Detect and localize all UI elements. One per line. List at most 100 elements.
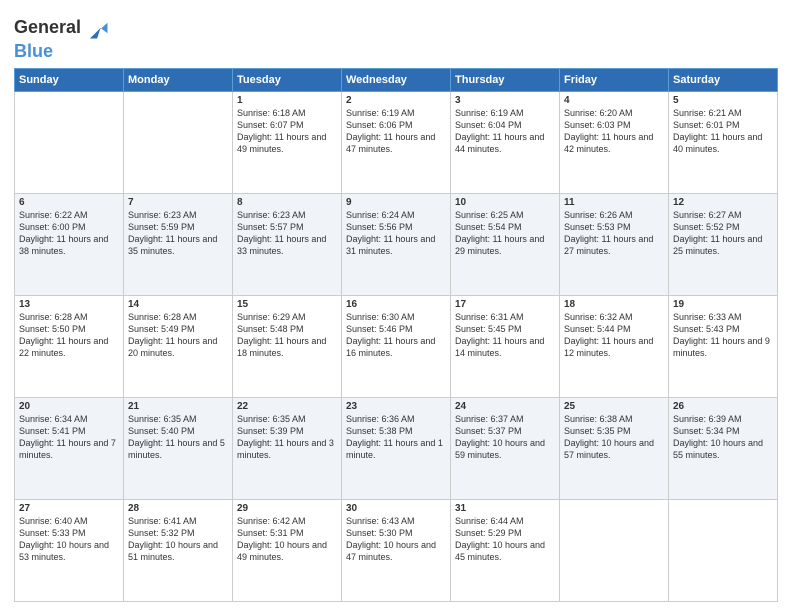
day-number: 17 <box>455 299 555 310</box>
day-number: 14 <box>128 299 228 310</box>
calendar-cell: 11Sunrise: 6:26 AM Sunset: 5:53 PM Dayli… <box>560 193 669 295</box>
calendar-cell: 13Sunrise: 6:28 AM Sunset: 5:50 PM Dayli… <box>15 295 124 397</box>
calendar-cell: 3Sunrise: 6:19 AM Sunset: 6:04 PM Daylig… <box>451 91 560 193</box>
calendar-cell: 8Sunrise: 6:23 AM Sunset: 5:57 PM Daylig… <box>233 193 342 295</box>
day-info: Sunrise: 6:37 AM Sunset: 5:37 PM Dayligh… <box>455 413 555 462</box>
day-number: 7 <box>128 197 228 208</box>
calendar-cell: 1Sunrise: 6:18 AM Sunset: 6:07 PM Daylig… <box>233 91 342 193</box>
calendar-week-row: 13Sunrise: 6:28 AM Sunset: 5:50 PM Dayli… <box>15 295 778 397</box>
day-info: Sunrise: 6:42 AM Sunset: 5:31 PM Dayligh… <box>237 515 337 564</box>
header: General Blue <box>14 10 778 62</box>
day-info: Sunrise: 6:35 AM Sunset: 5:40 PM Dayligh… <box>128 413 228 462</box>
calendar-header-thursday: Thursday <box>451 68 560 91</box>
day-info: Sunrise: 6:20 AM Sunset: 6:03 PM Dayligh… <box>564 107 664 156</box>
day-info: Sunrise: 6:23 AM Sunset: 5:57 PM Dayligh… <box>237 209 337 258</box>
calendar-cell: 18Sunrise: 6:32 AM Sunset: 5:44 PM Dayli… <box>560 295 669 397</box>
day-number: 16 <box>346 299 446 310</box>
day-number: 27 <box>19 503 119 514</box>
day-number: 23 <box>346 401 446 412</box>
calendar-cell: 29Sunrise: 6:42 AM Sunset: 5:31 PM Dayli… <box>233 499 342 601</box>
calendar-cell <box>15 91 124 193</box>
calendar-week-row: 6Sunrise: 6:22 AM Sunset: 6:00 PM Daylig… <box>15 193 778 295</box>
calendar-cell: 23Sunrise: 6:36 AM Sunset: 5:38 PM Dayli… <box>342 397 451 499</box>
calendar-cell: 30Sunrise: 6:43 AM Sunset: 5:30 PM Dayli… <box>342 499 451 601</box>
day-info: Sunrise: 6:25 AM Sunset: 5:54 PM Dayligh… <box>455 209 555 258</box>
day-number: 2 <box>346 95 446 106</box>
day-number: 15 <box>237 299 337 310</box>
calendar-cell: 20Sunrise: 6:34 AM Sunset: 5:41 PM Dayli… <box>15 397 124 499</box>
calendar-cell: 9Sunrise: 6:24 AM Sunset: 5:56 PM Daylig… <box>342 193 451 295</box>
day-number: 10 <box>455 197 555 208</box>
calendar-header-sunday: Sunday <box>15 68 124 91</box>
calendar-week-row: 27Sunrise: 6:40 AM Sunset: 5:33 PM Dayli… <box>15 499 778 601</box>
calendar-cell: 10Sunrise: 6:25 AM Sunset: 5:54 PM Dayli… <box>451 193 560 295</box>
calendar-header-saturday: Saturday <box>669 68 778 91</box>
day-number: 21 <box>128 401 228 412</box>
day-number: 8 <box>237 197 337 208</box>
calendar-week-row: 1Sunrise: 6:18 AM Sunset: 6:07 PM Daylig… <box>15 91 778 193</box>
calendar-cell: 16Sunrise: 6:30 AM Sunset: 5:46 PM Dayli… <box>342 295 451 397</box>
day-info: Sunrise: 6:34 AM Sunset: 5:41 PM Dayligh… <box>19 413 119 462</box>
calendar-cell: 19Sunrise: 6:33 AM Sunset: 5:43 PM Dayli… <box>669 295 778 397</box>
day-number: 5 <box>673 95 773 106</box>
day-number: 1 <box>237 95 337 106</box>
calendar-cell: 26Sunrise: 6:39 AM Sunset: 5:34 PM Dayli… <box>669 397 778 499</box>
calendar-cell: 12Sunrise: 6:27 AM Sunset: 5:52 PM Dayli… <box>669 193 778 295</box>
day-number: 24 <box>455 401 555 412</box>
day-info: Sunrise: 6:19 AM Sunset: 6:04 PM Dayligh… <box>455 107 555 156</box>
calendar-cell: 15Sunrise: 6:29 AM Sunset: 5:48 PM Dayli… <box>233 295 342 397</box>
calendar-cell: 27Sunrise: 6:40 AM Sunset: 5:33 PM Dayli… <box>15 499 124 601</box>
day-info: Sunrise: 6:39 AM Sunset: 5:34 PM Dayligh… <box>673 413 773 462</box>
calendar: SundayMondayTuesdayWednesdayThursdayFrid… <box>14 68 778 602</box>
day-info: Sunrise: 6:32 AM Sunset: 5:44 PM Dayligh… <box>564 311 664 360</box>
day-info: Sunrise: 6:19 AM Sunset: 6:06 PM Dayligh… <box>346 107 446 156</box>
day-info: Sunrise: 6:40 AM Sunset: 5:33 PM Dayligh… <box>19 515 119 564</box>
logo-text-line1: General <box>14 18 81 38</box>
logo-text-line2: Blue <box>14 42 111 62</box>
day-number: 26 <box>673 401 773 412</box>
calendar-header-row: SundayMondayTuesdayWednesdayThursdayFrid… <box>15 68 778 91</box>
calendar-cell: 2Sunrise: 6:19 AM Sunset: 6:06 PM Daylig… <box>342 91 451 193</box>
day-number: 12 <box>673 197 773 208</box>
day-info: Sunrise: 6:35 AM Sunset: 5:39 PM Dayligh… <box>237 413 337 462</box>
day-number: 28 <box>128 503 228 514</box>
day-info: Sunrise: 6:18 AM Sunset: 6:07 PM Dayligh… <box>237 107 337 156</box>
day-number: 31 <box>455 503 555 514</box>
day-info: Sunrise: 6:29 AM Sunset: 5:48 PM Dayligh… <box>237 311 337 360</box>
day-number: 11 <box>564 197 664 208</box>
day-info: Sunrise: 6:27 AM Sunset: 5:52 PM Dayligh… <box>673 209 773 258</box>
day-info: Sunrise: 6:22 AM Sunset: 6:00 PM Dayligh… <box>19 209 119 258</box>
day-info: Sunrise: 6:31 AM Sunset: 5:45 PM Dayligh… <box>455 311 555 360</box>
calendar-cell: 4Sunrise: 6:20 AM Sunset: 6:03 PM Daylig… <box>560 91 669 193</box>
calendar-cell: 21Sunrise: 6:35 AM Sunset: 5:40 PM Dayli… <box>124 397 233 499</box>
day-info: Sunrise: 6:21 AM Sunset: 6:01 PM Dayligh… <box>673 107 773 156</box>
day-info: Sunrise: 6:23 AM Sunset: 5:59 PM Dayligh… <box>128 209 228 258</box>
day-info: Sunrise: 6:26 AM Sunset: 5:53 PM Dayligh… <box>564 209 664 258</box>
day-info: Sunrise: 6:28 AM Sunset: 5:50 PM Dayligh… <box>19 311 119 360</box>
calendar-header-friday: Friday <box>560 68 669 91</box>
day-number: 25 <box>564 401 664 412</box>
calendar-cell <box>560 499 669 601</box>
calendar-cell: 17Sunrise: 6:31 AM Sunset: 5:45 PM Dayli… <box>451 295 560 397</box>
calendar-cell: 25Sunrise: 6:38 AM Sunset: 5:35 PM Dayli… <box>560 397 669 499</box>
day-number: 3 <box>455 95 555 106</box>
day-info: Sunrise: 6:38 AM Sunset: 5:35 PM Dayligh… <box>564 413 664 462</box>
calendar-cell: 5Sunrise: 6:21 AM Sunset: 6:01 PM Daylig… <box>669 91 778 193</box>
day-info: Sunrise: 6:33 AM Sunset: 5:43 PM Dayligh… <box>673 311 773 360</box>
calendar-header-tuesday: Tuesday <box>233 68 342 91</box>
day-number: 9 <box>346 197 446 208</box>
day-number: 22 <box>237 401 337 412</box>
day-info: Sunrise: 6:44 AM Sunset: 5:29 PM Dayligh… <box>455 515 555 564</box>
day-number: 30 <box>346 503 446 514</box>
day-number: 20 <box>19 401 119 412</box>
calendar-cell <box>669 499 778 601</box>
calendar-cell: 22Sunrise: 6:35 AM Sunset: 5:39 PM Dayli… <box>233 397 342 499</box>
calendar-header-monday: Monday <box>124 68 233 91</box>
day-info: Sunrise: 6:30 AM Sunset: 5:46 PM Dayligh… <box>346 311 446 360</box>
calendar-cell: 28Sunrise: 6:41 AM Sunset: 5:32 PM Dayli… <box>124 499 233 601</box>
day-info: Sunrise: 6:43 AM Sunset: 5:30 PM Dayligh… <box>346 515 446 564</box>
calendar-cell: 7Sunrise: 6:23 AM Sunset: 5:59 PM Daylig… <box>124 193 233 295</box>
day-number: 29 <box>237 503 337 514</box>
day-number: 6 <box>19 197 119 208</box>
calendar-cell: 31Sunrise: 6:44 AM Sunset: 5:29 PM Dayli… <box>451 499 560 601</box>
